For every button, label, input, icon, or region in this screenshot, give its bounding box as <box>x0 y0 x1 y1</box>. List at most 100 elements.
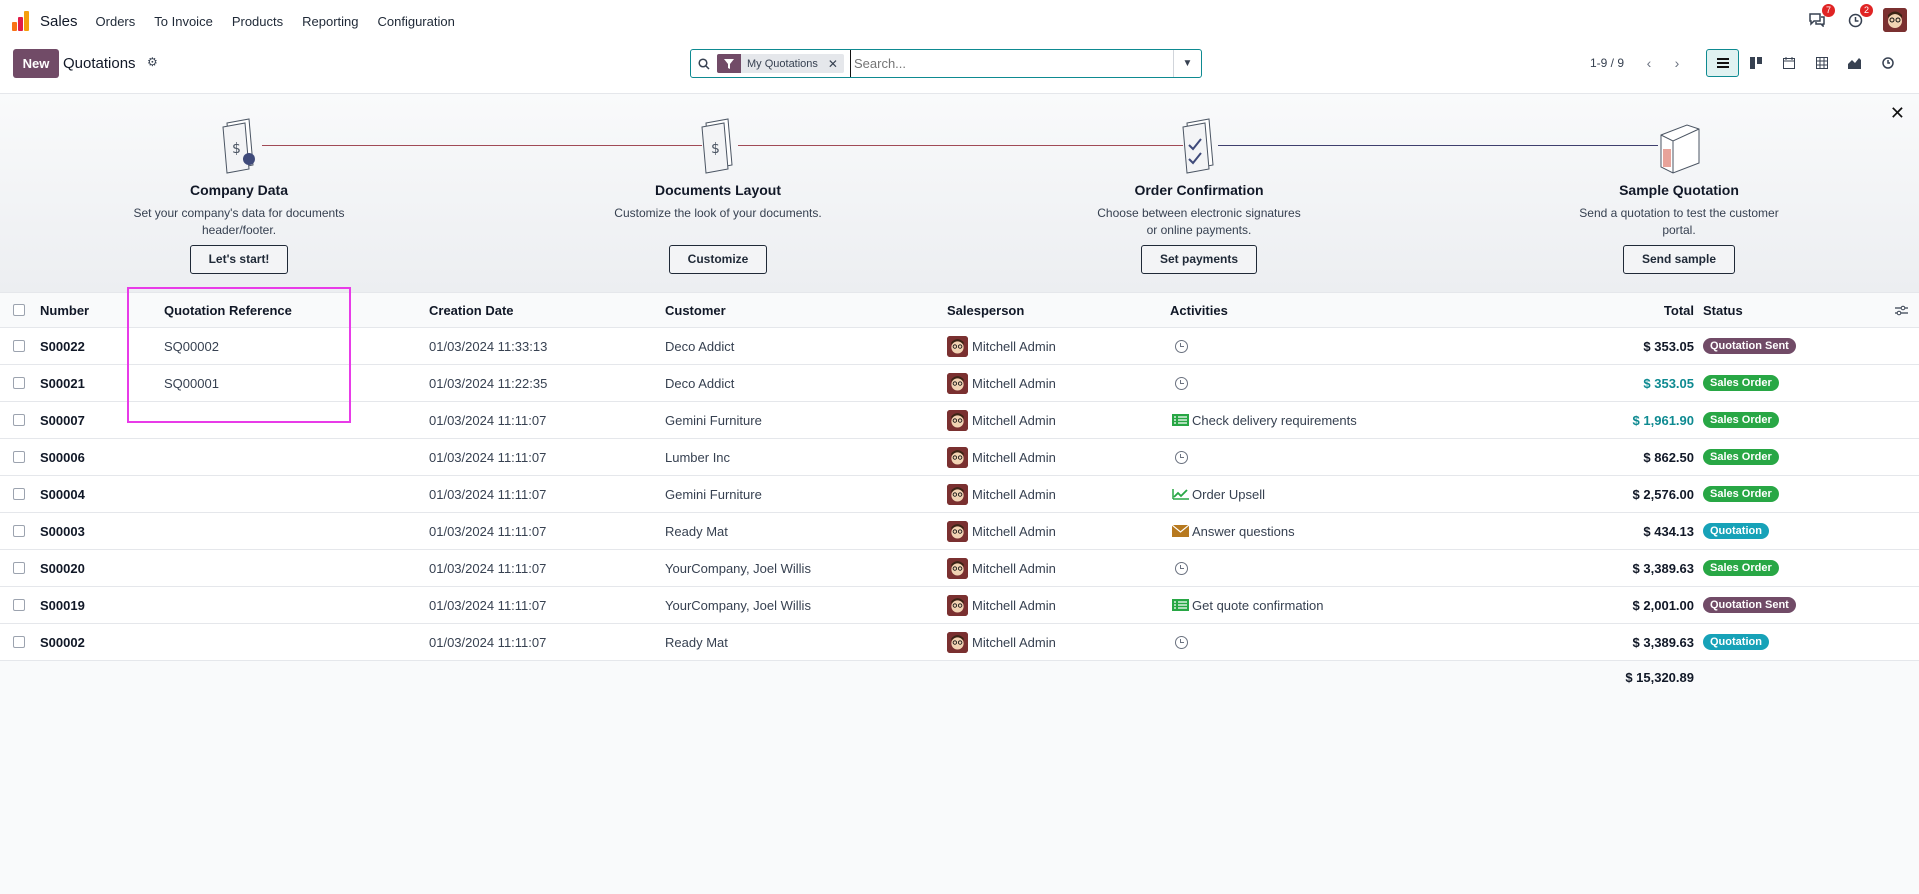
activity-cell[interactable]: Answer questions <box>1172 513 1295 549</box>
avatar <box>947 372 968 394</box>
table-row[interactable]: S00020 01/03/2024 11:11:07 YourCompany, Jo… <box>0 550 1919 587</box>
send-sample-button[interactable]: Send sample <box>1622 245 1736 274</box>
step-title: Company Data <box>189 182 289 198</box>
order-number: S00002 <box>40 634 85 650</box>
close-icon[interactable]: ✕ <box>1890 103 1905 124</box>
order-number: S00006 <box>40 449 85 465</box>
column-salesperson[interactable]: Salesperson <box>947 293 1024 327</box>
status-cell: Quotation <box>1703 624 1769 660</box>
table-row[interactable]: S00003 01/03/2024 11:11:07 Ready Mat Mitche… <box>0 513 1919 550</box>
activities-badge: 2 <box>1860 4 1873 17</box>
pager-previous-icon[interactable]: ‹ <box>1636 51 1662 75</box>
activity-clock-icon[interactable] <box>1170 550 1188 586</box>
app-name[interactable]: Sales <box>40 13 78 30</box>
column-customer[interactable]: Customer <box>665 293 726 327</box>
activity-cell[interactable]: Order Upsell <box>1172 476 1265 512</box>
gear-icon[interactable]: ⚙ <box>147 55 158 69</box>
activity-cell[interactable]: Check delivery requirements <box>1172 402 1357 438</box>
column-activities[interactable]: Activities <box>1170 293 1228 327</box>
search-options-toggle[interactable]: ▼ <box>1173 50 1201 77</box>
list-view-icon[interactable] <box>1706 49 1739 77</box>
menu-reporting[interactable]: Reporting <box>302 14 358 29</box>
activity-clock-icon[interactable] <box>1170 624 1188 660</box>
menu-orders[interactable]: Orders <box>96 14 136 29</box>
table-row[interactable]: S00006 01/03/2024 11:11:07 Lumber Inc Mitch… <box>0 439 1919 476</box>
new-button[interactable]: New <box>13 49 59 78</box>
page-title: Quotations <box>63 55 136 72</box>
table-row[interactable]: S00021 SQ00001 01/03/2024 11:22:35 Deco Add… <box>0 365 1919 402</box>
pager-value[interactable]: 1-9 / 9 <box>1590 56 1624 70</box>
row-checkbox[interactable] <box>13 402 25 438</box>
activity-clock-icon[interactable] <box>1170 365 1188 401</box>
calendar-view-icon[interactable] <box>1772 49 1805 77</box>
avatar <box>947 409 968 431</box>
sales-app-icon[interactable] <box>12 11 32 31</box>
row-checkbox[interactable] <box>13 365 25 401</box>
column-status[interactable]: Status <box>1703 293 1743 327</box>
row-checkbox[interactable] <box>13 587 25 623</box>
activity-view-icon[interactable] <box>1871 49 1904 77</box>
select-all-checkbox[interactable] <box>13 293 25 327</box>
remove-facet-icon[interactable]: ✕ <box>824 57 844 71</box>
table-row[interactable]: S00022 SQ00002 01/03/2024 11:33:13 Deco Add… <box>0 328 1919 365</box>
table-row[interactable]: S00019 01/03/2024 11:11:07 YourCompany, Jo… <box>0 587 1919 624</box>
column-quotation-reference[interactable]: Quotation Reference <box>164 293 292 327</box>
status-badge: Quotation Sent <box>1703 338 1796 354</box>
list-activity-icon <box>1172 414 1192 426</box>
activities-icon[interactable]: 2 <box>1845 4 1873 30</box>
row-checkbox[interactable] <box>13 439 25 475</box>
row-checkbox[interactable] <box>13 624 25 660</box>
column-total[interactable]: Total <box>1580 293 1694 327</box>
activity-summary: Answer questions <box>1192 523 1295 539</box>
facet-label: My Quotations <box>747 57 818 70</box>
pivot-view-icon[interactable] <box>1805 49 1838 77</box>
graph-view-icon[interactable] <box>1838 49 1871 77</box>
order-total: $ 2,576.00 <box>1632 486 1694 502</box>
table-row[interactable]: S00004 01/03/2024 11:11:07 Gemini Furnitur… <box>0 476 1919 513</box>
search-icon[interactable] <box>691 57 717 70</box>
row-checkbox[interactable] <box>13 476 25 512</box>
order-total: $ 353.05 <box>1643 338 1694 354</box>
row-checkbox[interactable] <box>13 550 25 586</box>
customer-name: Ready Mat <box>665 523 728 539</box>
activity-summary: Get quote confirmation <box>1192 597 1324 613</box>
messages-icon[interactable]: 7 <box>1807 4 1835 30</box>
activity-clock-icon[interactable] <box>1170 328 1188 364</box>
svg-text:$: $ <box>711 141 720 157</box>
order-total: $ 434.13 <box>1643 523 1694 539</box>
pager-next-icon[interactable]: › <box>1664 51 1690 75</box>
order-total: $ 353.05 <box>1643 375 1694 391</box>
column-number[interactable]: Number <box>40 293 89 327</box>
search-input[interactable] <box>849 50 1173 77</box>
row-checkbox[interactable] <box>13 328 25 364</box>
activity-summary: Order Upsell <box>1192 486 1265 502</box>
onboarding-step-documents-layout: $ Documents Layout Customize the look of… <box>588 115 848 274</box>
messages-badge: 7 <box>1822 4 1835 17</box>
activity-clock-icon[interactable] <box>1170 439 1188 475</box>
status-cell: Sales Order <box>1703 550 1779 586</box>
customize-button[interactable]: Customize <box>668 245 768 274</box>
column-creation-date[interactable]: Creation Date <box>429 293 514 327</box>
set-payments-button[interactable]: Set payments <box>1140 245 1258 274</box>
activity-cell[interactable]: Get quote confirmation <box>1172 587 1324 623</box>
lets-start-button[interactable]: Let's start! <box>189 245 289 274</box>
table-row[interactable]: S00002 01/03/2024 11:11:07 Ready Mat Mitche… <box>0 624 1919 661</box>
status-badge: Quotation Sent <box>1703 597 1796 613</box>
status-cell: Quotation Sent <box>1703 328 1796 364</box>
table-row[interactable]: S00007 01/03/2024 11:11:07 Gemini Furnitur… <box>0 402 1919 439</box>
order-number: S00021 <box>40 375 85 391</box>
optional-columns-icon[interactable] <box>1895 293 1908 327</box>
svg-text:$: $ <box>232 141 241 157</box>
onboarding-step-order-confirmation: Order Confirmation Choose between electr… <box>1069 115 1329 274</box>
customer-name: Deco Addict <box>665 375 735 391</box>
row-checkbox[interactable] <box>13 513 25 549</box>
view-switcher <box>1706 49 1904 77</box>
order-number: S00022 <box>40 338 85 354</box>
menu-to-invoice[interactable]: To Invoice <box>154 14 213 29</box>
kanban-view-icon[interactable] <box>1739 49 1772 77</box>
salesperson-name: Mitchell Admin <box>972 449 1056 465</box>
menu-products[interactable]: Products <box>232 14 283 29</box>
menu-configuration[interactable]: Configuration <box>378 14 455 29</box>
user-avatar[interactable] <box>1883 8 1907 32</box>
creation-date: 01/03/2024 11:11:07 <box>429 634 547 650</box>
